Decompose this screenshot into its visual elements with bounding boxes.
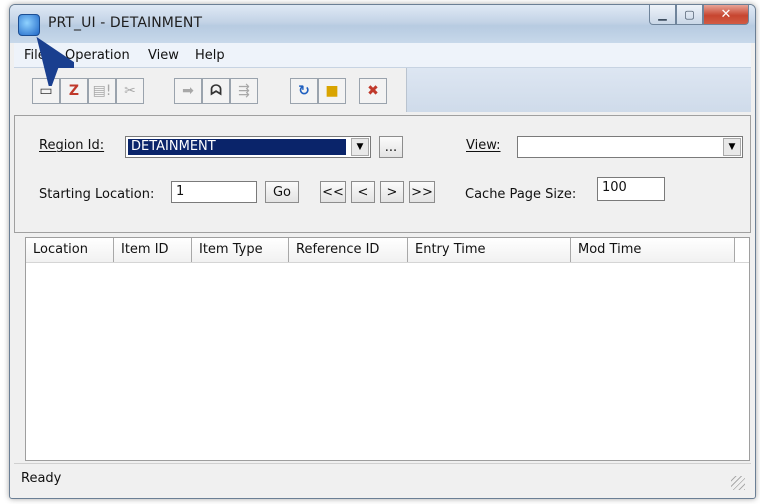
column-entry-time[interactable]: Entry Time bbox=[408, 238, 571, 262]
find-next-icon: ⇶ bbox=[238, 83, 250, 99]
lock-icon: ■ bbox=[325, 83, 339, 99]
region-id-label: Region Id: bbox=[39, 138, 105, 153]
menu-help[interactable]: Help bbox=[195, 48, 225, 63]
menu-operation[interactable]: Operation bbox=[65, 48, 130, 63]
browse-button[interactable]: ... bbox=[379, 136, 403, 158]
next-page-button[interactable]: > bbox=[380, 181, 404, 203]
find-next-button[interactable]: ⇶ bbox=[230, 78, 258, 104]
cut-button[interactable]: ✂ bbox=[116, 78, 144, 104]
binoculars-icon: ᗣ bbox=[210, 83, 222, 99]
menu-bar: File Operation View Help bbox=[14, 43, 751, 68]
region-id-select[interactable]: DETAINMENT ▼ bbox=[125, 136, 371, 158]
forward-arrow-icon: ➡ bbox=[182, 83, 194, 99]
items-table[interactable]: Location Item ID Item Type Reference ID … bbox=[25, 237, 750, 461]
starting-location-input[interactable]: 1 bbox=[171, 181, 257, 203]
cache-page-size-input[interactable]: 100 bbox=[597, 177, 665, 201]
column-item-type[interactable]: Item Type bbox=[192, 238, 289, 262]
delete-icon: ✖ bbox=[367, 83, 379, 99]
go-button[interactable]: Go bbox=[265, 181, 299, 203]
close-icon: ✕ bbox=[720, 7, 732, 22]
toolbar-area: ▭ Z ▤! ✂ ➡ ᗣ ⇶ ↻ ■ ✖ bbox=[14, 68, 751, 112]
menu-view[interactable]: View bbox=[148, 48, 179, 63]
refresh-button[interactable]: ↻ bbox=[290, 78, 318, 104]
cache-page-size-label: Cache Page Size: bbox=[465, 187, 577, 202]
starting-location-label: Starting Location: bbox=[39, 187, 155, 202]
column-item-id[interactable]: Item ID bbox=[114, 238, 192, 262]
column-location[interactable]: Location bbox=[26, 238, 114, 262]
refresh-icon: ↻ bbox=[298, 83, 310, 99]
find-button[interactable]: ᗣ bbox=[202, 78, 230, 104]
status-text: Ready bbox=[21, 471, 62, 486]
window-controls: ▁ ▢ ✕ bbox=[649, 5, 749, 27]
window-title: PRT_UI - DETAINMENT bbox=[48, 15, 203, 31]
view-select[interactable]: ▼ bbox=[517, 136, 743, 158]
first-page-button[interactable]: << bbox=[320, 181, 346, 203]
lock-button[interactable]: ■ bbox=[318, 78, 346, 104]
chevron-down-icon[interactable]: ▼ bbox=[723, 138, 741, 156]
maximize-button[interactable]: ▢ bbox=[676, 5, 703, 25]
table-header: Location Item ID Item Type Reference ID … bbox=[26, 238, 749, 263]
column-reference-id[interactable]: Reference ID bbox=[289, 238, 408, 262]
doc-alert-icon: ▤! bbox=[92, 83, 112, 99]
title-bar[interactable]: PRT_UI - DETAINMENT ▁ ▢ ✕ bbox=[10, 5, 755, 43]
previous-page-button[interactable]: < bbox=[351, 181, 375, 203]
minimize-button[interactable]: ▁ bbox=[649, 5, 676, 25]
last-page-button[interactable]: >> bbox=[409, 181, 435, 203]
resize-grip-icon[interactable] bbox=[731, 476, 745, 490]
minimize-icon: ▁ bbox=[658, 8, 667, 21]
column-mod-time[interactable]: Mod Time bbox=[571, 238, 735, 262]
pointer-arrow-icon bbox=[36, 36, 74, 86]
delete-button[interactable]: ✖ bbox=[359, 78, 387, 104]
cut-icon: ✂ bbox=[124, 83, 136, 99]
status-bar: Ready bbox=[14, 463, 751, 494]
close-button[interactable]: ✕ bbox=[703, 5, 749, 25]
doc-alert-button[interactable]: ▤! bbox=[88, 78, 116, 104]
forward-button[interactable]: ➡ bbox=[174, 78, 202, 104]
app-window: PRT_UI - DETAINMENT ▁ ▢ ✕ File Operation… bbox=[9, 4, 756, 499]
maximize-icon: ▢ bbox=[684, 8, 695, 21]
view-label: View: bbox=[466, 138, 501, 153]
filter-panel bbox=[14, 115, 751, 233]
chevron-down-icon[interactable]: ▼ bbox=[351, 138, 369, 156]
region-id-value: DETAINMENT bbox=[128, 139, 346, 155]
